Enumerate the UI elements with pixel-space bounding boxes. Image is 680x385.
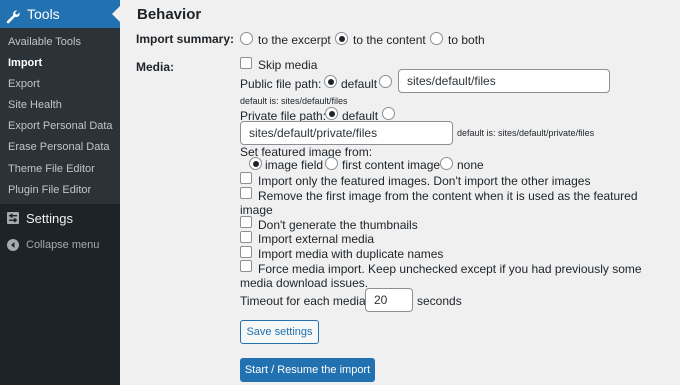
featured-image-field-label[interactable]: image field [265,158,323,172]
summary-excerpt-label[interactable]: to the excerpt [258,33,331,47]
import-summary-label: Import summary: [136,32,235,46]
force-media-import-checkbox[interactable] [240,260,252,272]
submenu-item-site-health[interactable]: Site Health [8,99,62,111]
submenu-item-available-tools[interactable]: Available Tools [8,36,81,48]
public-path-default-label[interactable]: default [341,77,377,91]
private-path-default-radio[interactable] [325,107,338,120]
import-external-media-checkbox[interactable] [240,231,252,243]
force-media-import-label[interactable]: Force media import. Keep unchecked excep… [258,262,642,276]
summary-both-radio[interactable] [430,32,443,45]
summary-excerpt-radio[interactable] [240,32,253,45]
submenu-item-theme-file-editor[interactable]: Theme File Editor [8,163,95,175]
remove-first-image-checkbox[interactable] [240,187,252,199]
featured-first-content-label[interactable]: first content image [342,158,440,172]
start-import-button[interactable]: Start / Resume the import [240,358,375,382]
remove-first-image-label[interactable]: Remove the first image from the content … [258,189,638,203]
main-content: Behavior Import summary: to the excerpt … [120,0,680,385]
timeout-input[interactable]: 20 [365,288,413,312]
timeout-label: Timeout for each media: [240,294,369,308]
no-thumbnails-checkbox[interactable] [240,216,252,228]
duplicate-names-label[interactable]: Import media with duplicate names [258,247,443,261]
current-menu-arrow [112,6,120,22]
media-label: Media: [136,60,175,74]
import-only-featured-label[interactable]: Import only the featured images. Don't i… [258,174,590,188]
featured-first-content-radio[interactable] [325,157,338,170]
tools-submenu: Available Tools Import Export Site Healt… [0,28,120,204]
settings-icon [7,212,19,224]
admin-sidebar: Tools Available Tools Import Export Site… [0,0,120,385]
sidebar-item-settings-label: Settings [26,211,73,226]
force-media-import-label-cont[interactable]: media download issues. [240,276,368,290]
collapse-menu-label: Collapse menu [26,239,100,251]
skip-media-checkbox[interactable] [240,57,252,69]
collapse-arrow-icon [7,239,19,251]
featured-image-label: Set featured image from: [240,145,373,159]
collapse-menu-button[interactable]: Collapse menu [0,234,120,260]
submenu-item-import[interactable]: Import [8,57,42,69]
public-path-default-radio[interactable] [324,75,337,88]
timeout-unit: seconds [417,294,462,308]
public-path-label: Public file path: [240,77,322,91]
remove-first-image-label-cont[interactable]: image [240,203,273,217]
sidebar-item-settings[interactable]: Settings [0,207,120,233]
submenu-item-plugin-file-editor[interactable]: Plugin File Editor [8,184,91,196]
summary-both-label[interactable]: to both [448,33,485,47]
section-title: Behavior [137,6,202,23]
private-path-hint: default is: sites/default/private/files [457,128,595,138]
import-only-featured-checkbox[interactable] [240,172,252,184]
save-settings-button[interactable]: Save settings [240,320,319,344]
featured-none-radio[interactable] [440,157,453,170]
featured-image-field-radio[interactable] [249,157,262,170]
no-thumbnails-label[interactable]: Don't generate the thumbnails [258,218,418,232]
public-path-input[interactable]: sites/default/files [398,69,610,93]
wrench-icon [5,6,21,24]
public-path-custom-radio[interactable] [379,75,392,88]
private-path-custom-radio[interactable] [382,107,395,120]
private-path-input[interactable]: sites/default/private/files [240,121,453,145]
submenu-item-erase-personal-data[interactable]: Erase Personal Data [8,141,110,153]
submenu-item-export-personal-data[interactable]: Export Personal Data [8,120,113,132]
skip-media-label[interactable]: Skip media [258,58,317,72]
featured-none-label[interactable]: none [457,158,484,172]
summary-content-label[interactable]: to the content [353,33,426,47]
submenu-item-export[interactable]: Export [8,78,40,90]
summary-content-radio[interactable] [335,32,348,45]
public-path-hint: default is: sites/default/files [240,96,348,106]
sidebar-item-tools[interactable]: Tools [0,0,120,28]
sidebar-item-tools-label: Tools [27,6,60,22]
duplicate-names-checkbox[interactable] [240,246,252,258]
import-external-media-label[interactable]: Import external media [258,232,374,246]
